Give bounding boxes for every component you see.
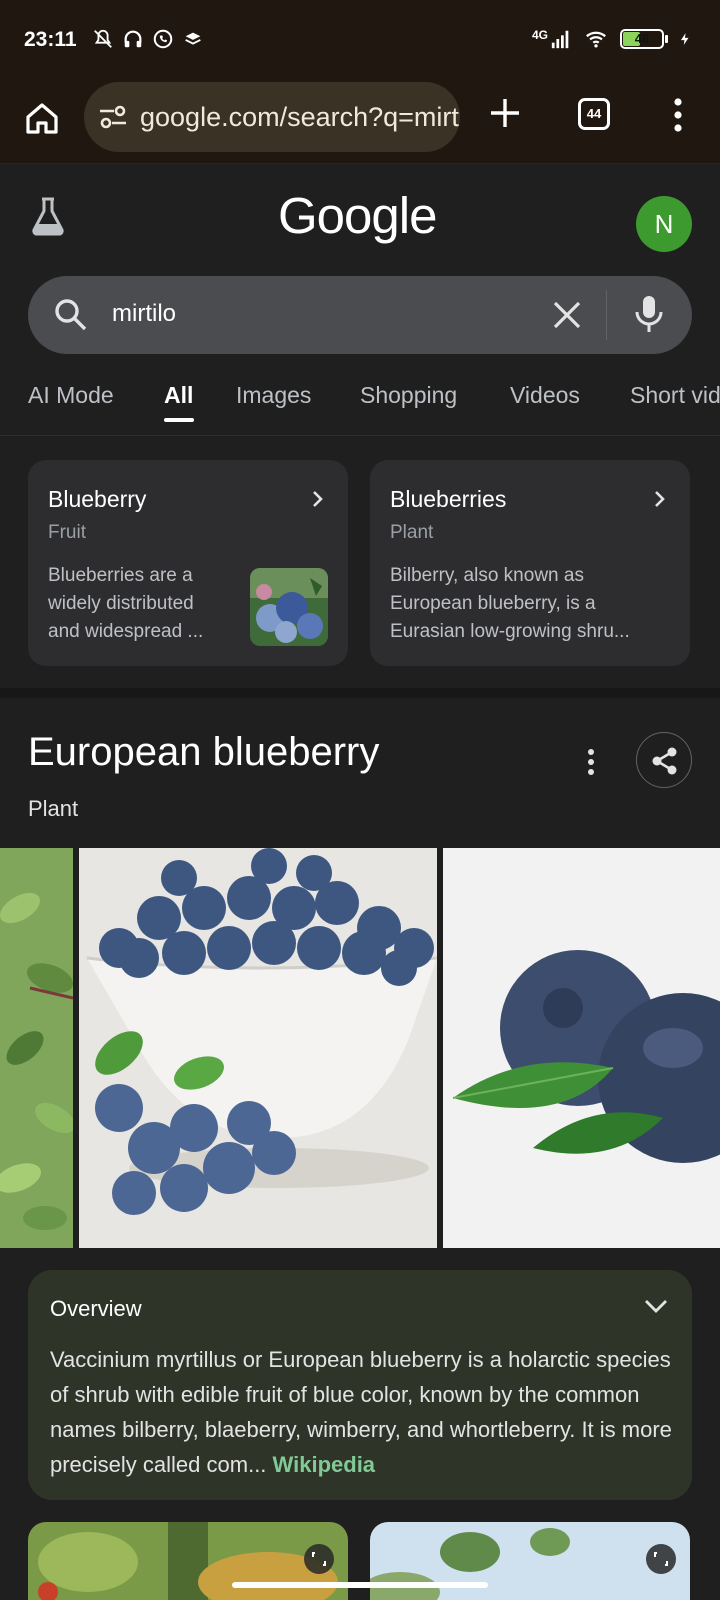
- share-button[interactable]: [636, 732, 692, 788]
- home-icon[interactable]: [22, 98, 62, 138]
- search-input[interactable]: mirtilo: [112, 300, 176, 328]
- expand-icon[interactable]: [304, 1544, 334, 1574]
- bilberry-photo-thumbnail[interactable]: [28, 1522, 348, 1600]
- status-notification-icons: [92, 28, 204, 50]
- entity-card-blueberries[interactable]: Blueberries Plant Bilberry, also known a…: [370, 460, 690, 666]
- entity-card-type: Plant: [390, 522, 434, 543]
- tab-short-videos[interactable]: Short videos: [630, 382, 720, 409]
- overview-text: Vaccinium myrtillus or European blueberr…: [50, 1342, 674, 1482]
- search-box[interactable]: mirtilo: [28, 276, 692, 354]
- tab-active-indicator: [164, 418, 194, 422]
- bilberry-sky-thumbnail[interactable]: [370, 1522, 690, 1600]
- battery-level: 46: [634, 31, 650, 46]
- whatsapp-icon: [153, 29, 173, 49]
- site-settings-icon[interactable]: [98, 105, 128, 129]
- browser-toolbar: google.com/search?q=mirtilo 44: [0, 78, 720, 164]
- page-title: European blueberry: [28, 730, 380, 774]
- entity-card-title: Blueberry: [48, 486, 147, 512]
- overview-card[interactable]: Overview Vaccinium myrtillus or European…: [28, 1270, 692, 1500]
- status-time: 23:11: [24, 28, 77, 51]
- overview-title: Overview: [50, 1296, 142, 1321]
- plus-icon[interactable]: [488, 96, 522, 130]
- chevron-right-icon: [655, 491, 665, 507]
- chevron-right-icon: [313, 491, 323, 507]
- charging-icon: [680, 33, 689, 45]
- bell-off-icon: [94, 29, 112, 48]
- blueberry-bowl-image[interactable]: [79, 848, 437, 1248]
- tab-ai-mode[interactable]: AI Mode: [28, 382, 114, 409]
- image-carousel: [0, 848, 720, 1248]
- close-icon[interactable]: [552, 300, 582, 330]
- status-bar: 23:11 4G 46: [0, 0, 720, 78]
- network-label: 4G: [531, 28, 548, 42]
- more-vert-icon[interactable]: [586, 748, 596, 776]
- tab-switcher-button[interactable]: 44: [578, 98, 610, 130]
- tab-videos[interactable]: Videos: [510, 382, 580, 409]
- google-logo[interactable]: Google: [278, 186, 437, 245]
- blueberry-closeup-image[interactable]: [443, 848, 720, 1248]
- entity-card-type: Fruit: [48, 522, 86, 543]
- blueberry-thumbnail: [250, 568, 328, 646]
- battery-icon: 46: [620, 29, 668, 49]
- entity-subtitle: Plant: [28, 796, 79, 821]
- labs-flask-icon[interactable]: [30, 196, 66, 236]
- chevron-down-icon[interactable]: [644, 1298, 668, 1314]
- search-icon: [55, 299, 87, 331]
- more-vert-icon[interactable]: [666, 96, 690, 134]
- mic-icon[interactable]: [632, 294, 666, 336]
- status-system-icons: 4G 46: [532, 28, 692, 50]
- gesture-navigation-bar[interactable]: [232, 1582, 488, 1588]
- search-divider: [606, 290, 607, 340]
- tab-shopping[interactable]: Shopping: [360, 382, 457, 409]
- section-divider: [0, 688, 720, 698]
- wifi-icon: [586, 31, 606, 48]
- avatar[interactable]: N: [636, 196, 692, 252]
- bilberry-plant-image[interactable]: [0, 848, 73, 1248]
- entity-card-blueberry[interactable]: Blueberry Fruit Blueberries are a widely…: [28, 460, 348, 666]
- url-text: google.com/search?q=mirtilo: [140, 102, 460, 132]
- expand-icon[interactable]: [646, 1544, 676, 1574]
- tab-images[interactable]: Images: [236, 382, 311, 409]
- share-icon: [652, 747, 677, 775]
- tab-all[interactable]: All: [164, 382, 193, 409]
- wikipedia-link[interactable]: Wikipedia: [273, 1452, 376, 1477]
- headphones-icon: [124, 30, 142, 48]
- entity-card-description: Bilberry, also known as European blueber…: [390, 565, 630, 642]
- search-tabs: AI Mode All Images Shopping Videos Short…: [0, 376, 720, 436]
- entity-card-description: Blueberries are a widely distributed and…: [48, 565, 204, 642]
- layers-icon: [185, 32, 201, 45]
- address-bar[interactable]: google.com/search?q=mirtilo: [84, 82, 460, 152]
- signal-icon: [551, 30, 569, 49]
- entity-card-title: Blueberries: [390, 486, 507, 512]
